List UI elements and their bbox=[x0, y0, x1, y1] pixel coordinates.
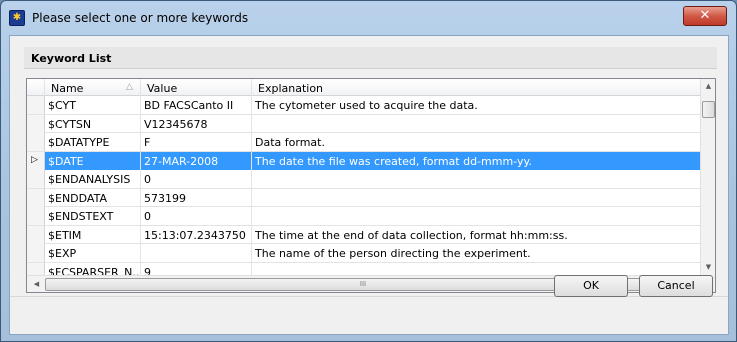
keyword-explanation-cell[interactable] bbox=[252, 189, 700, 207]
column-header-explanation[interactable]: Explanation bbox=[252, 79, 700, 96]
keyword-value-cell[interactable]: 0 bbox=[141, 207, 252, 225]
keyword-name-cell[interactable]: $CYT bbox=[45, 96, 141, 114]
row-selector[interactable] bbox=[27, 96, 45, 114]
row-selector[interactable] bbox=[27, 244, 45, 262]
column-header-name-label: Name bbox=[51, 82, 84, 95]
keyword-grid[interactable]: Name △ Value Explanation $CYT BD FACSCant… bbox=[26, 78, 716, 293]
keyword-explanation-cell[interactable]: The cytometer used to acquire the data. bbox=[252, 96, 700, 114]
keyword-explanation-cell[interactable]: Data format. bbox=[252, 133, 700, 151]
keyword-explanation-cell[interactable] bbox=[252, 115, 700, 133]
keyword-list-header: Keyword List bbox=[24, 47, 717, 69]
keyword-name-cell[interactable]: $EXP bbox=[45, 244, 141, 262]
keyword-value-cell[interactable]: BD FACSCanto II bbox=[141, 96, 252, 114]
column-header-value[interactable]: Value bbox=[141, 79, 252, 96]
keyword-explanation-cell[interactable] bbox=[252, 207, 700, 225]
dialog-window: ✱ Please select one or more keywords ✕ K… bbox=[0, 0, 737, 342]
row-selector[interactable] bbox=[27, 207, 45, 225]
keyword-value-cell[interactable]: 15:13:07.2343750 bbox=[141, 225, 252, 244]
app-icon: ✱ bbox=[9, 10, 25, 26]
column-headers: Name △ Value Explanation bbox=[27, 79, 700, 96]
column-header-name[interactable]: Name △ bbox=[45, 79, 141, 96]
table-row[interactable]: $ETIM 15:13:07.2343750 The time at the end… bbox=[27, 225, 700, 244]
table-row[interactable]: $ENDDATA 573199 bbox=[27, 188, 700, 207]
dialog-title: Please select one or more keywords bbox=[32, 11, 249, 25]
keyword-list-title: Keyword List bbox=[31, 52, 112, 65]
keyword-value-cell[interactable]: 27-MAR-2008 bbox=[141, 151, 252, 170]
row-selector[interactable] bbox=[27, 133, 45, 151]
table-row[interactable]: $CYT BD FACSCanto II The cytometer used to… bbox=[27, 96, 700, 115]
row-selector[interactable] bbox=[27, 170, 45, 188]
row-selector-header bbox=[27, 79, 45, 96]
row-selector[interactable]: ▷ bbox=[27, 151, 45, 170]
ok-button[interactable]: OK bbox=[554, 275, 628, 297]
current-row-arrow-icon: ▷ bbox=[31, 154, 38, 165]
keyword-explanation-cell[interactable]: The date the file was created, format dd… bbox=[252, 151, 700, 170]
button-bar bbox=[10, 296, 728, 334]
table-row[interactable]: $EXP The name of the person directing the… bbox=[27, 244, 700, 263]
row-selector[interactable] bbox=[27, 225, 45, 244]
table-row[interactable]: ▷ $DATE 27-MAR-2008 The date the file was c… bbox=[27, 151, 700, 170]
keyword-value-cell[interactable]: 573199 bbox=[141, 188, 252, 207]
table-row[interactable]: $ENDSTEXT 0 bbox=[27, 207, 700, 226]
scroll-down-arrow-icon[interactable]: ▼ bbox=[701, 260, 715, 275]
keyword-explanation-cell[interactable]: The time at the end of data collection, … bbox=[252, 226, 700, 244]
row-selector[interactable] bbox=[27, 114, 45, 133]
close-button[interactable]: ✕ bbox=[683, 6, 727, 26]
keyword-value-cell[interactable] bbox=[141, 244, 252, 262]
keyword-value-cell[interactable]: F bbox=[141, 133, 252, 151]
keyword-name-cell[interactable]: $ENDANALYSIS bbox=[45, 170, 141, 188]
scroll-left-arrow-icon[interactable]: ◀ bbox=[29, 276, 44, 292]
keyword-explanation-cell[interactable] bbox=[252, 170, 700, 188]
keyword-rows: $CYT BD FACSCanto II The cytometer used to… bbox=[27, 96, 700, 281]
cancel-button[interactable]: Cancel bbox=[639, 275, 713, 297]
sort-ascending-icon: △ bbox=[126, 82, 133, 92]
keyword-name-cell[interactable]: $DATE bbox=[45, 151, 141, 170]
keyword-name-cell[interactable]: $CYTSN bbox=[45, 114, 141, 133]
table-row[interactable]: $DATATYPE F Data format. bbox=[27, 133, 700, 152]
title-bar[interactable]: ✱ Please select one or more keywords ✕ bbox=[1, 1, 736, 35]
table-row[interactable]: $CYTSN V12345678 bbox=[27, 114, 700, 133]
keyword-name-cell[interactable]: $ENDDATA bbox=[45, 188, 141, 207]
table-row[interactable]: $ENDANALYSIS 0 bbox=[27, 170, 700, 189]
keyword-value-cell[interactable]: 0 bbox=[141, 170, 252, 188]
keyword-explanation-cell[interactable]: The name of the person directing the exp… bbox=[252, 244, 700, 262]
scroll-up-arrow-icon[interactable]: ▲ bbox=[701, 79, 715, 94]
vertical-scroll-thumb[interactable] bbox=[702, 101, 715, 118]
keyword-name-cell[interactable]: $ETIM bbox=[45, 225, 141, 244]
keyword-name-cell[interactable]: $ENDSTEXT bbox=[45, 207, 141, 225]
keyword-value-cell[interactable]: V12345678 bbox=[141, 114, 252, 133]
vertical-scrollbar[interactable]: ▲ ▼ bbox=[700, 79, 715, 275]
row-selector[interactable] bbox=[27, 188, 45, 207]
keyword-name-cell[interactable]: $DATATYPE bbox=[45, 133, 141, 151]
